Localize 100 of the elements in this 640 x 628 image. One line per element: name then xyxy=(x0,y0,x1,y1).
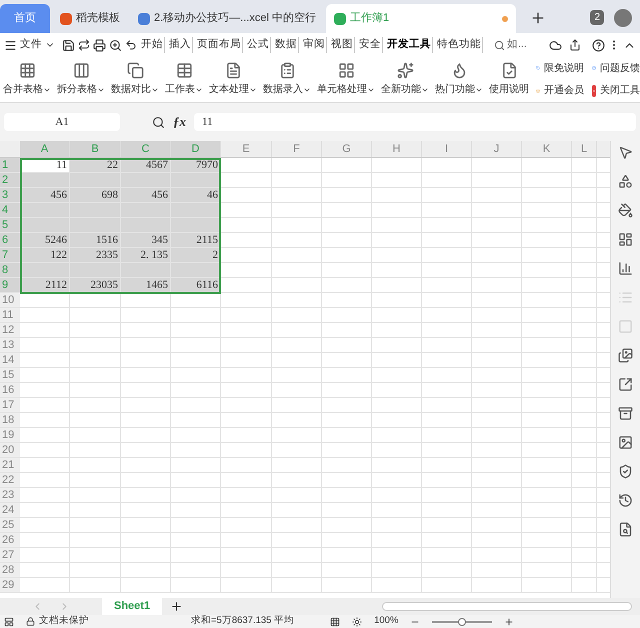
columns-icon xyxy=(72,62,90,79)
toolbar-link[interactable]: 开通会员 xyxy=(536,83,584,98)
ribbon-tab[interactable]: 安全 xyxy=(358,37,383,53)
table-cell[interactable]: 23035 xyxy=(70,278,121,292)
ribbon-tab[interactable]: 开始 xyxy=(140,37,165,53)
window-count-badge[interactable]: 2 xyxy=(590,10,604,25)
undo-icon[interactable] xyxy=(125,39,137,51)
ribbon-tab[interactable]: 数据 xyxy=(274,37,299,53)
table-cell[interactable]: 456 xyxy=(20,188,70,202)
toolbar-button[interactable]: 拆分表格 xyxy=(54,57,108,102)
table-cell[interactable]: 46 xyxy=(171,188,221,202)
document-search-icon[interactable] xyxy=(618,522,633,537)
table-cell[interactable]: 122 xyxy=(20,248,70,262)
selected-cell[interactable] xyxy=(20,218,70,232)
ribbon-tab[interactable]: 页面布局 xyxy=(196,37,243,53)
toolbar-link[interactable]: 关闭工具 xyxy=(592,83,640,98)
new-tab-icon[interactable] xyxy=(530,10,546,26)
image-icon[interactable] xyxy=(618,435,633,450)
table-icon xyxy=(176,62,192,79)
table-cell[interactable]: 2112 xyxy=(20,278,70,292)
save-icon[interactable] xyxy=(62,38,75,52)
archive-icon[interactable] xyxy=(618,406,633,421)
name-box[interactable]: A1 xyxy=(4,113,120,131)
share-icon[interactable] xyxy=(569,39,581,51)
selected-cell[interactable] xyxy=(20,173,70,187)
copy-icon xyxy=(126,62,144,79)
tab-label: 2.移动办公技巧—...xcel 中的空行 xyxy=(154,10,316,26)
toolbar-link[interactable]: 问题反馈 xyxy=(592,60,640,76)
toolbar-button[interactable]: 合并表格 xyxy=(0,57,54,102)
formula-input[interactable]: 11 xyxy=(194,113,636,131)
clipboard-icon xyxy=(278,62,296,79)
selected-cell[interactable] xyxy=(171,218,221,232)
print-icon[interactable] xyxy=(93,38,106,52)
selected-cell[interactable] xyxy=(171,263,221,277)
table-cell[interactable]: 2 xyxy=(171,248,221,262)
preview-icon[interactable] xyxy=(109,38,122,52)
search-icon[interactable] xyxy=(152,116,165,128)
pointer-icon[interactable] xyxy=(618,145,633,160)
selected-cell[interactable] xyxy=(20,263,70,277)
avatar-icon[interactable] xyxy=(614,9,632,27)
selected-cell[interactable] xyxy=(171,173,221,187)
ribbon-tab[interactable]: 公式 xyxy=(246,37,271,53)
table-cell[interactable]: 2335 xyxy=(70,248,121,262)
toolbar-button[interactable]: 热门功能 xyxy=(432,57,486,102)
selected-cell[interactable] xyxy=(171,203,221,217)
table-cell[interactable]: 2115 xyxy=(171,233,221,247)
add-sheet-icon[interactable] xyxy=(170,600,184,613)
shield-icon[interactable] xyxy=(618,464,633,479)
bar-chart-icon[interactable] xyxy=(618,261,633,276)
ribbon-tab[interactable]: 开发工具 xyxy=(386,37,433,53)
table-cell[interactable]: 698 xyxy=(70,188,121,202)
toolbar-button[interactable]: 文本处理 xyxy=(206,57,260,102)
function-icon[interactable]: ƒx xyxy=(173,112,186,132)
table-cell[interactable]: 456 xyxy=(121,188,171,202)
history-icon[interactable] xyxy=(618,493,633,508)
apps-icon[interactable] xyxy=(618,232,633,247)
ribbon-tab[interactable]: 视图 xyxy=(330,37,355,53)
shapes-icon[interactable] xyxy=(618,174,633,189)
ribbon-tab[interactable]: 特色功能 xyxy=(436,37,483,53)
protection-status[interactable]: 文档未保护 xyxy=(26,614,89,628)
table-cell[interactable]: 1516 xyxy=(70,233,121,247)
search-icon xyxy=(494,40,505,50)
cloud-icon[interactable] xyxy=(549,38,562,52)
share-icon[interactable] xyxy=(618,377,633,392)
help-icon[interactable] xyxy=(592,38,605,52)
toolbar-button[interactable]: 单元格处理 xyxy=(314,57,378,102)
lock-icon xyxy=(26,617,35,626)
close-icon xyxy=(592,84,596,97)
selected-cell[interactable] xyxy=(70,173,121,187)
menu-icon[interactable] xyxy=(4,38,17,52)
toolbar-button[interactable]: 使用说明 xyxy=(486,57,532,102)
zoom-in-icon[interactable] xyxy=(504,616,514,626)
ribbon-tab[interactable]: 审阅 xyxy=(302,37,327,53)
eye-care-icon[interactable] xyxy=(352,616,362,626)
images-icon[interactable] xyxy=(618,348,633,363)
selection-summary: 求和=5万8637.135 平均 xyxy=(191,614,294,628)
paint-bucket-icon[interactable] xyxy=(618,203,633,218)
toolbar-link[interactable]: 限免说明 xyxy=(536,60,584,76)
toolbar-button[interactable]: 工作表 xyxy=(162,57,206,102)
tab-label: 稻壳模板 xyxy=(76,11,120,26)
zoom-level[interactable]: 100% xyxy=(374,614,398,628)
table-cell[interactable]: 1465 xyxy=(121,278,171,292)
toolbar-button[interactable]: 数据对比 xyxy=(108,57,162,102)
search-field[interactable]: 如... xyxy=(494,37,527,53)
table-cell[interactable]: 5246 xyxy=(20,233,70,247)
selected-cell[interactable] xyxy=(20,203,70,217)
tab-label: 工作簿1 xyxy=(350,11,390,26)
ribbon-tab[interactable]: 插入 xyxy=(168,37,193,53)
table-cell[interactable]: 6116 xyxy=(171,278,221,292)
slider-thumb[interactable] xyxy=(458,618,466,626)
horizontal-scrollbar[interactable] xyxy=(382,602,632,611)
document-check-icon xyxy=(500,62,518,79)
toolbar-button[interactable]: 全新功能 xyxy=(378,57,432,102)
file-menu[interactable]: 文件 xyxy=(20,37,42,53)
table-cell[interactable]: 2. 135 xyxy=(121,248,171,262)
toolbar-button[interactable]: 数据录入 xyxy=(260,57,314,102)
normal-view-icon[interactable] xyxy=(330,616,340,626)
table-cell[interactable]: 345 xyxy=(121,233,171,247)
grid-icon xyxy=(18,62,36,79)
layout-icon[interactable] xyxy=(4,616,14,626)
